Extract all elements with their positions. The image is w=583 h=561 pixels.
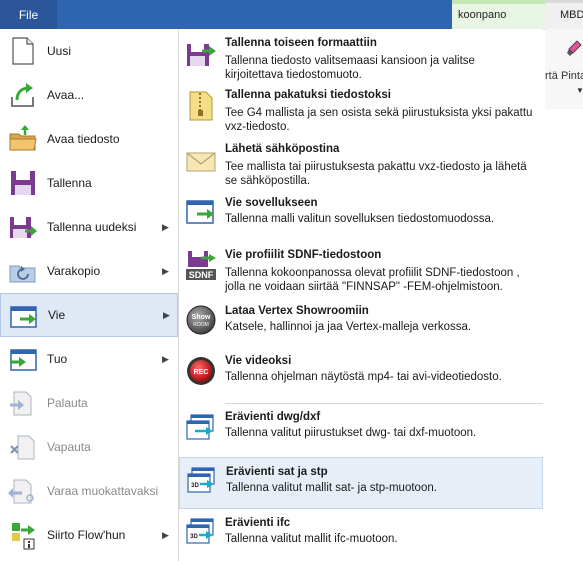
submenu-item-title: Lähetä sähköpostina xyxy=(225,143,340,155)
chevron-down-icon[interactable]: ▼ xyxy=(576,86,583,95)
svg-text:3D: 3D xyxy=(191,483,199,489)
menu-item-label: Vapauta xyxy=(47,440,91,454)
menu-item-label: Vie xyxy=(48,308,66,322)
submenu-item-desc: Tallenna malli valitun sovelluksen tiedo… xyxy=(225,213,495,225)
batch-export-drawings-icon xyxy=(186,414,214,440)
open-arrow-icon xyxy=(11,83,34,107)
menu-item-vapauta: Vapauta xyxy=(0,425,178,469)
submenu-item-title: Vie videoksi xyxy=(225,355,292,367)
submenu-item-desc: Tallenna valitut mallit ifc-muotoon. xyxy=(225,533,398,545)
menu-item-label: Tallenna xyxy=(47,176,92,190)
submenu-item-desc: Tallenna valitut mallit sat- ja stp-muot… xyxy=(226,482,437,494)
export-window-icon xyxy=(186,200,214,224)
submenu-item-title: Erävienti ifc xyxy=(225,517,291,529)
submenu-item-eravienti-ifc[interactable]: 3D Erävienti ifc Tallenna valitut mallit… xyxy=(179,511,543,559)
menu-item-tallenna-uudeksi[interactable]: Tallenna uudeksi ▶ xyxy=(0,205,178,249)
paint-brush-icon[interactable] xyxy=(566,40,582,60)
submenu-item-desc: Tee G4 mallista ja sen osista sekä piiru… xyxy=(225,107,533,133)
svg-text:SDNF: SDNF xyxy=(189,270,214,280)
svg-text:Show: Show xyxy=(192,314,211,321)
menu-item-label: Varaa muokattavaksi xyxy=(47,484,159,498)
menu-item-avaa[interactable]: Avaa... xyxy=(0,73,178,117)
import-window-icon xyxy=(10,349,37,371)
submenu-item-tallenna-pakatuksi[interactable]: Tallenna pakatuksi tiedostoksi Tee G4 ma… xyxy=(179,85,543,135)
submenu-item-title: Lataa Vertex Showroomiin xyxy=(225,305,369,317)
submenu-arrow-icon: ▶ xyxy=(162,265,169,276)
menu-item-palauta: Palauta xyxy=(0,381,178,425)
submenu-item-desc: Tallenna ohjelman näytöstä mp4- tai avi-… xyxy=(225,371,502,383)
zip-file-icon xyxy=(189,91,213,121)
tab-mbd-label[interactable]: MBD xyxy=(560,9,583,21)
submenu-item-title: Tallenna pakatuksi tiedostoksi xyxy=(225,89,391,101)
submenu-item-laheta-sahkopostina[interactable]: Lähetä sähköpostina Tee mallista tai pii… xyxy=(179,139,543,189)
ribbon-label-pinta[interactable]: Pinta xyxy=(561,70,583,82)
menu-item-varaa-muokattavaksi: Varaa muokattavaksi xyxy=(0,469,178,513)
submenu-item-desc: Tee mallista tai piirustuksesta pakattu … xyxy=(225,161,527,187)
svg-text:ROOM: ROOM xyxy=(193,322,209,328)
svg-text:REC: REC xyxy=(194,369,209,376)
menu-item-varakopio[interactable]: Varakopio ▶ xyxy=(0,249,178,293)
submenu-item-eravienti-sat-stp[interactable]: 3D Erävienti sat ja stp Tallenna valitut… xyxy=(179,457,543,509)
menu-item-vie[interactable]: Vie ▶ xyxy=(0,293,178,337)
submenu-item-desc: Tallenna kokoonpanossa olevat profiilit … xyxy=(225,267,520,293)
record-icon: REC xyxy=(187,357,215,385)
new-document-icon xyxy=(12,37,34,65)
submenu-item-title: Tallenna toiseen formaattiin xyxy=(225,37,377,49)
menu-item-label: Siirto Flow'hun xyxy=(47,528,126,542)
menu-item-label: Avaa tiedosto xyxy=(47,132,120,146)
batch-export-3d-icon: 3D xyxy=(186,518,214,544)
export-window-icon xyxy=(10,306,37,328)
release-icon xyxy=(10,435,35,460)
submenu-arrow-icon: ▶ xyxy=(162,529,169,540)
submenu-arrow-icon: ▶ xyxy=(163,309,170,320)
submenu-arrow-icon: ▶ xyxy=(162,353,169,364)
submenu-item-tallenna-toiseen-formaattiin[interactable]: Tallenna toiseen formaattiin Tallenna ti… xyxy=(179,33,543,81)
submenu-item-vie-profiilit-sdnf[interactable]: SDNF Vie profiilit SDNF-tiedostoon Talle… xyxy=(179,245,543,295)
svg-text:3D: 3D xyxy=(190,534,198,540)
submenu-item-vie-videoksi[interactable]: REC Vie videoksi Tallenna ohjelman näytö… xyxy=(179,351,543,397)
submenu-item-title: Vie profiilit SDNF-tiedostoon xyxy=(225,249,382,261)
submenu-item-desc: Tallenna valitut piirustukset dwg- tai d… xyxy=(225,427,477,439)
menu-item-tuo[interactable]: Tuo ▶ xyxy=(0,337,178,381)
backup-icon xyxy=(9,265,36,283)
submenu-item-eravienti-dwg-dxf[interactable]: Erävienti dwg/dxf Tallenna valitut piiru… xyxy=(179,407,543,455)
submenu-item-desc: Tallenna tiedosto valitsemaasi kansioon … xyxy=(225,55,475,81)
save-icon xyxy=(11,171,35,195)
save-as-icon xyxy=(10,217,37,238)
submenu-item-lataa-vertex-showroom[interactable]: Show ROOM Lataa Vertex Showroomiin Katse… xyxy=(179,301,543,345)
submenu-item-title: Vie sovellukseen xyxy=(225,197,318,209)
export-submenu: Tallenna toiseen formaattiin Tallenna ti… xyxy=(179,29,543,561)
sdnf-file-icon: SDNF xyxy=(186,251,216,280)
flow-transfer-icon xyxy=(12,523,35,550)
check-in-icon xyxy=(10,391,32,416)
submenu-arrow-icon: ▶ xyxy=(162,221,169,232)
menu-item-label: Uusi xyxy=(47,44,72,58)
menu-item-label: Palauta xyxy=(47,396,88,410)
submenu-item-title: Erävienti sat ja stp xyxy=(226,466,328,478)
backstage-header xyxy=(57,0,452,29)
file-tab[interactable]: File xyxy=(0,0,57,29)
menu-item-siirto-flowhun[interactable]: Siirto Flow'hun ▶ xyxy=(0,513,178,557)
showroom-icon: Show ROOM xyxy=(186,305,216,335)
tab-koonpano-label[interactable]: koonpano xyxy=(458,9,506,21)
ribbon-label-partial[interactable]: rtä xyxy=(545,70,558,82)
menu-item-label: Varakopio xyxy=(47,264,101,278)
reserve-icon xyxy=(8,479,34,504)
submenu-item-vie-sovellukseen[interactable]: Vie sovellukseen Tallenna malli valitun … xyxy=(179,193,543,239)
menu-item-uusi[interactable]: Uusi xyxy=(0,29,178,73)
batch-export-3d-icon: 3D xyxy=(187,467,215,493)
mail-envelope-icon xyxy=(186,152,216,172)
file-menu: Uusi Avaa... Avaa tiedosto Tallenna Tall… xyxy=(0,29,179,561)
save-to-format-icon xyxy=(187,44,216,66)
folder-icon xyxy=(9,125,37,151)
menu-item-label: Tallenna uudeksi xyxy=(47,220,137,234)
menu-item-label: Avaa... xyxy=(47,88,85,102)
submenu-item-desc: Katsele, hallinnoi ja jaa Vertex-malleja… xyxy=(225,321,472,333)
menu-item-tallenna[interactable]: Tallenna xyxy=(0,161,178,205)
menu-item-avaa-tiedosto[interactable]: Avaa tiedosto xyxy=(0,117,178,161)
submenu-item-title: Erävienti dwg/dxf xyxy=(225,411,321,423)
menu-item-label: Tuo xyxy=(47,352,68,366)
menu-separator xyxy=(225,403,543,404)
